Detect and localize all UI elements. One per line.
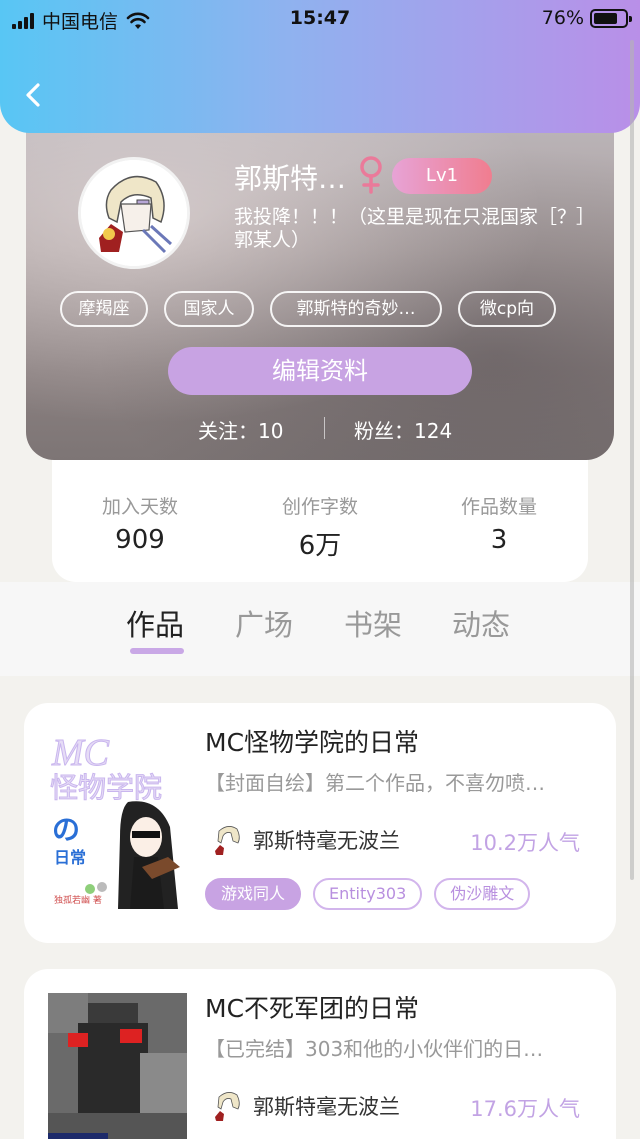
status-right: 76% <box>541 7 632 29</box>
stat-label: 创作字数 <box>281 496 358 518</box>
stat-label: 加入天数 <box>101 496 178 518</box>
work-author: 郭斯特毫无波兰 <box>209 1087 400 1125</box>
cover-illustration-icon <box>48 993 187 1139</box>
tab-indicator <box>130 648 184 654</box>
stats-panel: 加入天数 909 创作字数 6万 作品数量 3 <box>52 440 588 582</box>
tab-square[interactable]: 广场 <box>235 602 293 644</box>
battery-icon <box>590 8 632 28</box>
header-bar: 中国电信 15:47 76% <box>0 0 640 133</box>
tab-bar: 作品 广场 书架 动态 <box>0 582 640 676</box>
followers-count[interactable]: 粉丝：124 <box>354 415 452 444</box>
battery-percent: 76% <box>541 7 584 29</box>
work-tag[interactable]: Entity303 <box>313 878 423 910</box>
cover-small: 日常 <box>54 848 86 867</box>
edit-profile-button[interactable]: 编辑资料 <box>168 347 472 395</box>
work-popularity: 17.6万人气 <box>470 1097 580 1121</box>
profile-tags: 摩羯座 国家人 郭斯特的奇妙… 微cp向 <box>60 291 556 327</box>
stat-value: 909 <box>115 525 165 555</box>
stat-word-count: 创作字数 6万 <box>240 492 400 562</box>
follow-stats: 关注：10 粉丝：124 <box>26 415 614 443</box>
profile-tag[interactable]: 微cp向 <box>458 291 556 327</box>
stat-value: 3 <box>490 525 508 555</box>
back-arrow-icon[interactable] <box>20 80 48 110</box>
divider <box>324 417 325 439</box>
work-card[interactable]: MC不死军团的日常 【已完结】303和他的小伙伴们的日… 郭斯特毫无波兰 17.… <box>24 969 616 1139</box>
tab-activity[interactable]: 动态 <box>452 602 510 644</box>
following-count[interactable]: 关注：10 <box>198 415 283 444</box>
work-cover[interactable] <box>48 993 187 1139</box>
tab-works[interactable]: 作品 <box>126 602 184 644</box>
work-tag[interactable]: 游戏同人 <box>205 878 302 910</box>
stat-join-days: 加入天数 909 <box>60 492 220 555</box>
profile-tag[interactable]: 郭斯特的奇妙… <box>270 291 442 327</box>
work-title[interactable]: MC不死军团的日常 <box>205 989 419 1025</box>
work-tags: 游戏同人 Entity303 伪沙雕文 <box>205 878 531 910</box>
female-icon <box>360 156 382 194</box>
author-avatar <box>209 821 247 859</box>
bio-line-2: 郭某人） <box>234 229 311 251</box>
cover-credit: 独孤若幽 著 <box>54 894 102 906</box>
stat-works-count: 作品数量 3 <box>419 492 579 555</box>
cover-logo: MC <box>51 732 110 774</box>
work-description: 【已完结】303和他的小伙伴们的日… <box>205 1037 544 1061</box>
work-tag[interactable]: 伪沙雕文 <box>434 878 531 910</box>
work-cover[interactable]: MC 怪物学院 の 日常 独孤若幽 著 <box>48 727 187 909</box>
work-author: 郭斯特毫无波兰 <box>209 821 400 859</box>
cover-subtitle: 怪物学院 <box>50 771 162 804</box>
avatar-illustration-icon <box>81 160 187 266</box>
tab-bookshelf[interactable]: 书架 <box>344 602 402 644</box>
cover-kana: の <box>52 813 80 846</box>
profile-tag[interactable]: 摩羯座 <box>60 291 148 327</box>
level-badge: Lv1 <box>392 158 492 194</box>
author-name: 郭斯特毫无波兰 <box>253 1095 400 1119</box>
work-description: 【封面自绘】第二个作品，不喜勿喷… <box>205 771 545 795</box>
stat-value: 6万 <box>298 531 342 561</box>
profile-bio: 我投降！！！（这里是现在只混国家［？］ 郭某人） <box>234 206 614 252</box>
author-name: 郭斯特毫无波兰 <box>253 829 400 853</box>
author-avatar <box>209 1087 247 1125</box>
profile-name: 郭斯特… <box>234 162 347 195</box>
cover-illustration-icon: MC 怪物学院 の 日常 独孤若幽 著 <box>48 727 187 909</box>
avatar[interactable] <box>78 157 190 269</box>
bio-line-1: 我投降！！！（这里是现在只混国家［？］ <box>234 206 596 228</box>
status-bar: 中国电信 15:47 76% <box>0 0 640 36</box>
scrollbar[interactable] <box>630 40 634 880</box>
work-title[interactable]: MC怪物学院的日常 <box>205 723 419 759</box>
work-popularity: 10.2万人气 <box>470 831 580 855</box>
stat-label: 作品数量 <box>460 496 537 518</box>
profile-tag[interactable]: 国家人 <box>164 291 254 327</box>
profile-card: 郭斯特… Lv1 我投降！！！（这里是现在只混国家［？］ 郭某人） 摩羯座 国家… <box>26 110 614 460</box>
work-card[interactable]: MC 怪物学院 の 日常 独孤若幽 著 MC怪物学院的日常 【封面自绘】第二个作… <box>24 703 616 943</box>
